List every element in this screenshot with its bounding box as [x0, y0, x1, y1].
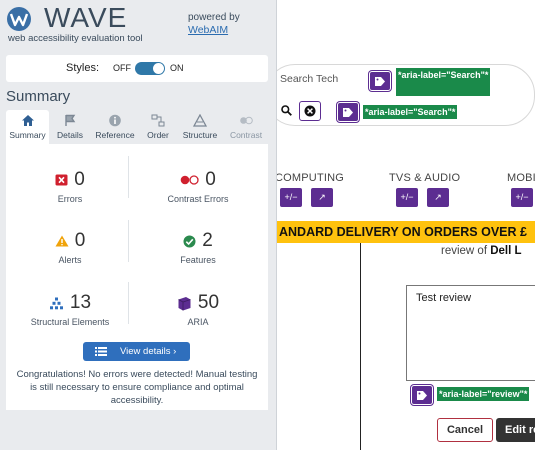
order-icon [151, 114, 165, 127]
screen: WAVE web accessibility evaluation tool p… [0, 0, 535, 450]
structural-label: Structural Elements [30, 317, 110, 327]
features-count: 2 [202, 230, 213, 251]
review-text: Test review [416, 292, 472, 304]
tab-structure-label: Structure [182, 130, 218, 140]
nav-computing[interactable]: COMPUTING [277, 172, 344, 184]
aria-tag-icon[interactable] [337, 102, 359, 122]
aria-label-review-tag: *aria-label="review"* [437, 387, 530, 401]
errors-label: Errors [57, 194, 83, 204]
features-label: Features [180, 255, 216, 265]
aria-expanded-icon[interactable]: ↗ [427, 188, 449, 207]
aria-cube-icon [178, 296, 191, 310]
structure-icon [193, 114, 207, 127]
wave-error-icon[interactable] [299, 101, 321, 121]
view-details-label: View details › [120, 346, 177, 357]
stat-features[interactable]: 2 Features [134, 229, 262, 265]
stat-errors[interactable]: 0 Errors [6, 168, 134, 204]
aria-tag-icon[interactable] [411, 385, 433, 405]
congratulations-message: Congratulations! No errors were detected… [16, 369, 258, 406]
styles-toggle-bar: Styles: OFF ON [6, 55, 268, 82]
expand-collapse-icon[interactable]: +/− [511, 188, 533, 207]
contrast-errors-count: 0 [205, 169, 216, 190]
alerts-label: Alerts [58, 255, 82, 265]
aria-label-search-tag: *aria-label="Search"* [396, 68, 491, 96]
structure-icon [49, 297, 63, 309]
tab-details[interactable]: Details [50, 110, 90, 144]
review-textarea[interactable]: Test review [406, 285, 535, 381]
tab-contrast[interactable]: Contrast [224, 110, 268, 144]
aria-expanded-icon[interactable]: ↗ [311, 188, 333, 207]
expand-collapse-icon[interactable]: +/− [280, 188, 302, 207]
feature-check-icon [183, 235, 196, 247]
search-input[interactable]: Search Tech [280, 73, 338, 85]
wave-title: WAVE [44, 2, 128, 33]
stat-contrast-errors[interactable]: 0 Contrast Errors [134, 168, 262, 204]
tab-reference-label: Reference [95, 130, 135, 140]
aria-label: ARIA [187, 317, 209, 327]
magnifier-icon[interactable] [281, 105, 292, 116]
list-icon [95, 347, 107, 356]
wave-logo-icon [7, 7, 31, 31]
delivery-banner: ANDARD DELIVERY ON ORDERS OVER £ [277, 221, 535, 243]
contrast-errors-label: Contrast Errors [167, 194, 229, 204]
styles-on-label: ON [170, 63, 184, 73]
wave-tabs: Summary Details Reference Order Structur… [6, 110, 268, 144]
styles-off-label: OFF [113, 63, 131, 73]
nav-tvs-audio[interactable]: TVS & AUDIO [389, 172, 460, 184]
flag-icon [65, 114, 76, 126]
aria-tag-icon[interactable] [369, 71, 391, 91]
tab-summary[interactable]: Summary [6, 110, 49, 144]
website-viewport: Search Tech *aria-label="Search"* *aria-… [277, 0, 535, 450]
info-icon [109, 114, 121, 127]
tab-reference[interactable]: Reference [91, 110, 139, 144]
cancel-button[interactable]: Cancel [437, 418, 493, 442]
tab-order[interactable]: Order [140, 110, 176, 144]
webaim-link[interactable]: WebAIM [188, 24, 228, 36]
error-icon [55, 174, 68, 186]
home-icon [21, 115, 34, 126]
alerts-count: 0 [74, 230, 86, 251]
tab-order-label: Order [147, 130, 169, 140]
tab-contrast-label: Contrast [229, 130, 263, 140]
toggle-knob [153, 63, 164, 74]
tab-summary-label: Summary [9, 130, 46, 140]
view-details-button[interactable]: View details › [83, 342, 190, 361]
summary-heading: Summary [6, 88, 71, 105]
tab-structure[interactable]: Structure [177, 110, 223, 144]
aria-label-search-tag: *aria-label="Search"* [363, 105, 458, 119]
contrast-error-icon [180, 175, 199, 185]
stat-alerts[interactable]: 0 Alerts [6, 229, 134, 265]
summary-panel: 0 Errors 0 Contrast Errors 0 Alerts 2 Fe… [6, 144, 268, 410]
product-name: Dell L [490, 245, 522, 257]
nav-mobile[interactable]: MOBI [507, 172, 535, 184]
powered-by-text: powered by [188, 12, 240, 23]
expand-collapse-icon[interactable]: +/− [396, 188, 418, 207]
wave-subtitle: web accessibility evaluation tool [8, 33, 143, 44]
review-heading: review of Dell L [441, 245, 522, 257]
stat-structural-elements[interactable]: 13 Structural Elements [6, 291, 134, 327]
contrast-icon [240, 116, 253, 125]
errors-count: 0 [74, 169, 85, 190]
tab-details-label: Details [57, 130, 83, 140]
styles-toggle[interactable] [135, 62, 165, 75]
structural-count: 13 [69, 292, 92, 313]
aria-count: 50 [197, 292, 220, 313]
edit-review-button[interactable]: Edit re [496, 418, 535, 442]
styles-label: Styles: [66, 62, 100, 74]
stat-aria[interactable]: 50 ARIA [134, 291, 262, 327]
alert-icon [55, 235, 69, 247]
wave-sidebar: WAVE web accessibility evaluation tool p… [0, 0, 277, 450]
